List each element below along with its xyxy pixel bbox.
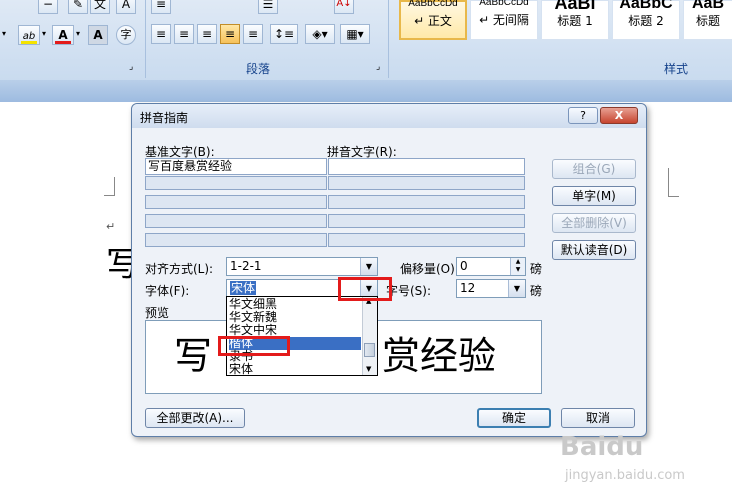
group-button[interactable]: 组合(G) (552, 159, 636, 179)
ruby-text-field[interactable] (328, 176, 525, 190)
borders-icon[interactable]: ▦▾ (340, 24, 370, 44)
bullets-icon[interactable]: ☰ (258, 0, 278, 14)
preview-text-left: 写 (174, 334, 213, 378)
base-text-field[interactable]: 写百度悬赏经验 (145, 158, 327, 175)
apply-all-button[interactable]: 全部更改(A)... (145, 408, 245, 428)
base-text-field[interactable] (145, 233, 327, 247)
style-tile-heading-2[interactable]: AaBbC 标题 2 (612, 0, 680, 40)
dropdown-scrollbar[interactable]: ▲ ▼ (362, 297, 377, 375)
alignment-label: 对齐方式(L): (145, 262, 214, 276)
watermark-brand: Baidu (560, 432, 644, 462)
line-spacing-icon[interactable]: ↕≡ (270, 24, 298, 44)
phonetic-guide-dialog: 拼音指南 ? X 基准文字(B): 拼音文字(R): 写百度悬赏经验 组合(G)… (131, 103, 647, 437)
ruby-text-field[interactable] (328, 214, 525, 228)
default-reading-button[interactable]: 默认读音(D) (552, 240, 636, 260)
base-text-field[interactable] (145, 214, 327, 228)
char-shading-icon[interactable]: A (88, 25, 108, 45)
paragraph-mark: ↵ (106, 220, 116, 233)
preview-label: 预览 (145, 306, 170, 320)
font-label: 字体(F): (145, 284, 190, 298)
font-color-dropdown-icon[interactable]: ▾ (76, 29, 80, 38)
eraser-icon[interactable]: ✎ (68, 0, 88, 14)
offset-stepper[interactable]: 0 ▲ ▼ (456, 257, 526, 276)
group-separator (388, 0, 389, 78)
base-text-value: 写百度悬赏经验 (148, 159, 233, 173)
justify-icon[interactable]: ≡ (220, 24, 240, 44)
page-corner-mark (668, 168, 679, 197)
font-color-icon[interactable]: A (52, 25, 74, 45)
scroll-down-icon[interactable]: ▼ (366, 365, 371, 373)
style-tile-heading-1[interactable]: AaBl 标题 1 (541, 0, 609, 40)
ok-button[interactable]: 确定 (477, 408, 551, 428)
distributed-icon[interactable]: ≡ (243, 24, 263, 44)
style-preview: AaBbCcDd (479, 0, 529, 8)
alignment-value: 1-2-1 (230, 259, 262, 273)
ruby-text-field[interactable] (328, 158, 525, 175)
font-value: 宋体 (230, 281, 257, 295)
dialog-titlebar[interactable]: 拼音指南 ? X (132, 104, 646, 128)
dropdown-chevron-icon[interactable]: ▾ (2, 29, 6, 38)
align-left-icon[interactable]: ≡ (151, 24, 171, 44)
cancel-button[interactable]: 取消 (561, 408, 635, 428)
style-name: 标题 (695, 14, 720, 28)
highlight-dropdown-icon[interactable]: ▾ (42, 29, 46, 38)
paragraph-group-label: 段落 (246, 62, 271, 76)
annotation-highlight-option (218, 336, 290, 356)
dialog-title: 拼音指南 (140, 111, 189, 125)
baidu-watermark-sub: jingyan.baidu.com (565, 468, 685, 483)
spin-arrows-icon[interactable]: ▲ ▼ (510, 258, 525, 275)
size-select[interactable]: 12 ▼ (456, 279, 526, 298)
base-text-field[interactable] (145, 176, 327, 190)
font-option[interactable]: 宋体 (229, 363, 361, 376)
offset-label: 偏移量(O): (400, 262, 459, 276)
enclose-char-icon[interactable]: 字 (116, 25, 136, 45)
page-corner-mark (104, 177, 115, 196)
ribbon: − ✎ 文 A ▾ ab ▾ A ▾ A 字 ≡ ☰ A↓ ≡ ≡ ≡ ≡ ≡ … (0, 0, 732, 81)
close-button[interactable]: X (600, 107, 638, 124)
group-separator (145, 0, 146, 78)
highlight-swatch (21, 41, 37, 44)
offset-value: 0 (460, 259, 468, 273)
size-unit: 磅 (530, 284, 543, 298)
alignment-select[interactable]: 1-2-1 ▼ (226, 257, 378, 276)
style-name: ↵ 无间隔 (479, 13, 529, 27)
mono-button[interactable]: 单字(M) (552, 186, 636, 206)
phonetic-guide-icon[interactable]: 文 (90, 0, 110, 14)
baidu-watermark: Baidu (560, 432, 643, 462)
chevron-down-icon[interactable]: ▼ (508, 280, 525, 297)
clear-all-button[interactable]: 全部删除(V) (552, 213, 636, 233)
help-button[interactable]: ? (568, 107, 598, 124)
align-center-icon[interactable]: ≡ (174, 24, 194, 44)
shading-bucket-icon[interactable]: ◈▾ (305, 24, 335, 44)
border-char-icon[interactable]: A (116, 0, 136, 14)
base-text-field[interactable] (145, 195, 327, 209)
paragraph-dialog-launcher-icon[interactable]: ⌟ (376, 62, 380, 72)
ruby-text-field[interactable] (328, 233, 525, 247)
style-name: 标题 2 (628, 14, 664, 28)
style-name: 标题 1 (557, 14, 593, 28)
size-label: 字号(S): (386, 284, 432, 298)
font-dialog-launcher-icon[interactable]: ⌟ (129, 62, 133, 72)
preview-text-right: 赏经验 (382, 334, 497, 378)
style-preview: AaBbCcDd (408, 0, 458, 9)
size-value: 12 (460, 281, 476, 295)
align-right-icon[interactable]: ≡ (197, 24, 217, 44)
style-tile-no-spacing[interactable]: AaBbCcDd ↵ 无间隔 (470, 0, 538, 40)
highlight-icon[interactable]: ab (18, 25, 40, 45)
annotation-highlight-arrow (338, 277, 392, 301)
align-left-icon[interactable]: ≡ (151, 0, 171, 14)
sort-icon[interactable]: A↓ (334, 0, 354, 14)
style-tile-normal[interactable]: AaBbCcDd ↵ 正文 (399, 0, 467, 40)
chevron-down-icon[interactable]: ▼ (360, 258, 377, 275)
ruby-text-field[interactable] (328, 195, 525, 209)
ribbon-bottom-strip (0, 80, 732, 102)
font-color-swatch (55, 41, 71, 44)
style-tile-title[interactable]: AaB 标题 (683, 0, 732, 40)
scroll-thumb[interactable] (364, 343, 375, 357)
offset-unit: 磅 (530, 262, 543, 276)
shrink-font-icon[interactable]: − (38, 0, 58, 14)
styles-group-label: 样式 (664, 62, 689, 76)
style-name: ↵ 正文 (414, 14, 452, 28)
